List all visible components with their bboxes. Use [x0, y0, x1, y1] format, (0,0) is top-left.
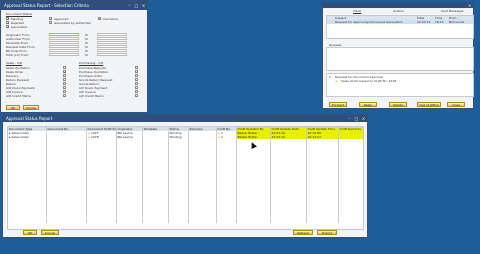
maximize-icon[interactable]: □: [133, 1, 140, 10]
draft-value: 1: [220, 135, 223, 139]
ap-down-payment-checkbox[interactable]: [135, 86, 138, 89]
report-title-bar: Approval Status Report – □ ×: [3, 115, 367, 122]
selection-title-bar: Approval Status Report - Selection Crite…: [1, 1, 147, 10]
authorizer-from-input[interactable]: [49, 37, 79, 40]
cancelled-checkbox[interactable]: ✓: [98, 17, 102, 21]
delivery-checkbox[interactable]: [63, 74, 66, 77]
field-label-total: Total (LC) From: [6, 53, 29, 57]
approved-checkbox[interactable]: ✓: [49, 17, 53, 21]
message-from: Bill Levine: [449, 20, 465, 24]
approval-status-report-window: Approval Status Report – □ × Document Ty…: [2, 114, 368, 238]
messages-window: × Inbox Outbox Sent Messages Subject Dat…: [322, 2, 474, 109]
ar-invoice-checkbox[interactable]: [63, 90, 66, 93]
selection-ok-button[interactable]: OK: [6, 105, 20, 110]
report-cancel-button[interactable]: Cancel: [41, 230, 59, 235]
generated-by-authorizer-label: Generated by Authorizer: [54, 21, 92, 25]
table-row: [8, 219, 363, 223]
bp-code-to-input[interactable]: [97, 49, 127, 52]
ap-credit-memo-checkbox[interactable]: [135, 94, 138, 97]
ap-invoice-checkbox[interactable]: [135, 90, 138, 93]
originator-from-input[interactable]: [49, 33, 79, 36]
originator-to-input[interactable]: [97, 33, 127, 36]
message-time: 16:15: [435, 20, 444, 24]
out-of-office-button[interactable]: Out of Office: [417, 102, 441, 107]
minimize-icon[interactable]: –: [126, 1, 133, 10]
column-draft-remarks[interactable]: Draft Remarks: [338, 127, 363, 131]
close-icon[interactable]: ×: [360, 115, 367, 122]
ar-credit-memo-checkbox[interactable]: [63, 94, 66, 97]
generated-by-authorizer-checkbox[interactable]: [49, 21, 52, 24]
return-request-checkbox[interactable]: [63, 78, 66, 81]
request-date-from-input[interactable]: [49, 45, 79, 48]
forward-button[interactable]: Forward: [329, 102, 347, 107]
generated-label: Generated: [11, 25, 27, 29]
total-to-input[interactable]: [97, 53, 127, 56]
sales-doc-label: A/R Credit Memo: [6, 94, 32, 98]
refresh-button[interactable]: Refresh: [293, 230, 313, 235]
messages-title-bar: ×: [323, 3, 473, 8]
doc-status-label: Document Status: [6, 12, 33, 16]
close-button[interactable]: Close: [447, 102, 465, 107]
message-subject: Request for Approving Document Generatio…: [335, 20, 403, 24]
purchasing-header: Purchasing - A/P: [79, 61, 104, 65]
selection-criteria-window: Approval Status Report - Selection Crite…: [0, 0, 148, 113]
total-from-input[interactable]: [49, 53, 79, 56]
draft-no-value: 1228: [90, 135, 99, 139]
message-body: [326, 47, 474, 71]
tab-sent-messages[interactable]: Sent Messages: [441, 9, 464, 13]
request-date-to-input[interactable]: [97, 45, 127, 48]
tab-outbox[interactable]: Outbox: [393, 9, 404, 13]
export-button[interactable]: Export: [317, 230, 337, 235]
purchase-quotation-checkbox[interactable]: [135, 70, 138, 73]
document-tree: ▾ Request for Document Approval ➜ Sales …: [326, 73, 474, 97]
template-to-input[interactable]: [97, 41, 127, 44]
close-icon[interactable]: ×: [466, 3, 473, 8]
purchase-order-checkbox[interactable]: [135, 74, 138, 77]
message-row[interactable]: Request for Approving Document Generatio…: [327, 20, 473, 24]
tab-inbox[interactable]: Inbox: [353, 9, 361, 13]
report-title: Approval Status Report: [6, 116, 53, 121]
tree-expand-icon[interactable]: ▾: [329, 75, 331, 79]
purchasing-doc-label: A/P Credit Memo: [79, 94, 104, 98]
return-checkbox[interactable]: [63, 82, 66, 85]
to-label: To: [85, 53, 89, 57]
tree-item[interactable]: Sales Order based on Draft No. 1228: [341, 79, 396, 83]
messages-tabs: Inbox Outbox Sent Messages: [353, 9, 473, 14]
selection-cancel-button[interactable]: Cancel: [23, 105, 39, 110]
sales-quotation-checkbox[interactable]: [63, 66, 66, 69]
goods-return-checkbox[interactable]: [135, 82, 138, 85]
delete-button[interactable]: Delete: [389, 102, 407, 107]
message-date: 22.03.19: [417, 20, 431, 24]
authorizer-to-input[interactable]: [97, 37, 127, 40]
minimize-icon[interactable]: –: [346, 115, 353, 122]
sales-header: Sales - A/R: [6, 61, 23, 65]
pending-checkbox[interactable]: ✓: [6, 17, 10, 21]
maximize-icon[interactable]: □: [353, 115, 360, 122]
goods-return-request-checkbox[interactable]: [135, 78, 138, 81]
document-type-value: Sales Order: [11, 135, 29, 139]
selection-title: Approval Status Report - Selection Crite…: [4, 3, 89, 8]
rejected-checkbox[interactable]: ✓: [6, 21, 10, 25]
bp-code-from-input[interactable]: [49, 49, 79, 52]
template-from-input[interactable]: [49, 41, 79, 44]
report-grid: Document Type Document No. Document Draf…: [7, 126, 364, 230]
close-icon[interactable]: ×: [140, 1, 147, 10]
sales-order-checkbox[interactable]: ✓: [63, 70, 67, 74]
ar-down-payment-checkbox[interactable]: [63, 86, 66, 89]
cancelled-label: Cancelled: [103, 17, 118, 21]
tree-arrow-icon[interactable]: ➜: [335, 79, 338, 83]
reply-button[interactable]: Reply: [359, 102, 377, 107]
messages-list: Subject Date Time From Request for Appro…: [326, 15, 474, 39]
generated-checkbox[interactable]: ✓: [6, 25, 10, 29]
report-ok-button[interactable]: OK: [23, 230, 37, 235]
purchase-request-checkbox[interactable]: [135, 66, 138, 69]
